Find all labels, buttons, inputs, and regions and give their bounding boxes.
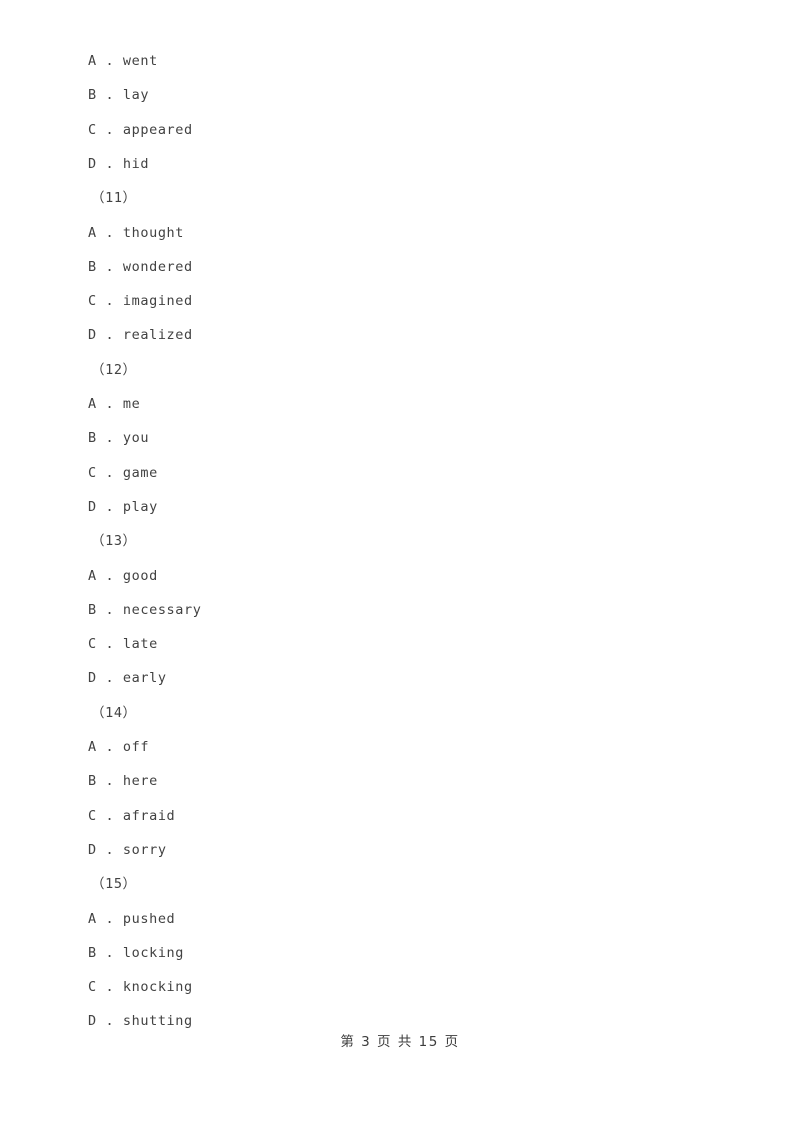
- question-number: （15）: [91, 876, 137, 893]
- page-footer: 第 3 页 共 15 页: [340, 1034, 460, 1050]
- answer-option: B . lay: [88, 87, 150, 104]
- answer-option: A . went: [88, 53, 158, 69]
- answer-option: A . thought: [88, 224, 185, 241]
- document-page: A . went B . lay C . appeared D . hid （11） A …: [0, 0, 800, 1132]
- answer-option: A . good: [88, 567, 158, 584]
- answer-option: D . hid: [88, 155, 150, 172]
- answer-option: C . late: [88, 636, 158, 653]
- answer-option: B . necessary: [88, 601, 202, 618]
- question-number: （13）: [91, 533, 137, 550]
- answer-option: D . sorry: [88, 841, 167, 858]
- question-number: （11）: [91, 190, 137, 207]
- answer-option: D . realized: [88, 327, 193, 344]
- answer-option: C . imagined: [88, 293, 193, 310]
- answer-option: B . locking: [88, 944, 185, 961]
- answer-option: C . appeared: [88, 121, 193, 138]
- answer-option: A . off: [88, 739, 150, 755]
- question-number: （14）: [91, 704, 137, 721]
- question-number: （12）: [91, 361, 137, 378]
- answer-option: B . here: [88, 773, 158, 790]
- answer-option: C . game: [88, 464, 158, 481]
- answer-option: A . me: [88, 396, 141, 412]
- answer-option: B . you: [88, 430, 150, 447]
- answer-option: B . wondered: [88, 258, 193, 275]
- answer-option: C . afraid: [88, 807, 176, 824]
- answer-option: D . early: [88, 670, 167, 687]
- answer-option: A . pushed: [88, 910, 176, 927]
- answer-option: D . play: [88, 498, 158, 515]
- answer-option: C . knocking: [88, 979, 193, 996]
